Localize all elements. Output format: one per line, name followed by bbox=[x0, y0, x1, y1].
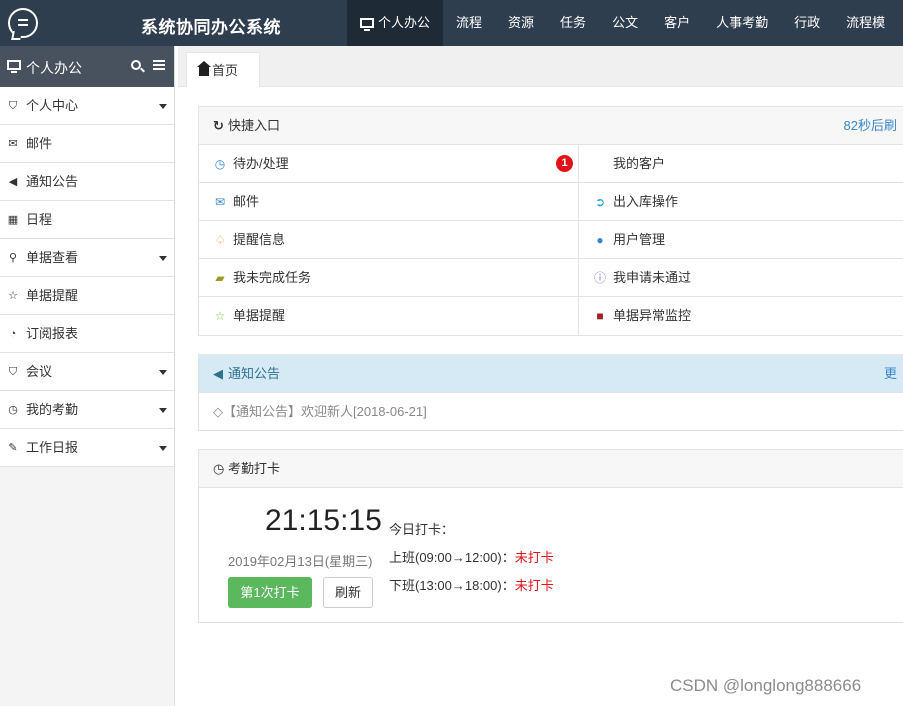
punch-button[interactable]: 第1次打卡 bbox=[228, 577, 312, 608]
menu-icon[interactable] bbox=[153, 60, 165, 62]
sidebar-item-meetings[interactable]: ⛉ 会议 bbox=[0, 353, 174, 391]
topnav-customers[interactable]: 客户 bbox=[651, 0, 703, 46]
bell-icon: ♤ bbox=[214, 233, 226, 247]
bookmark-icon: ⛉ bbox=[8, 100, 18, 112]
notice-panel: ◀ 通知公告 更 ◇【通知公告】欢迎新人[2018-06-21] bbox=[198, 354, 903, 431]
star-icon: ☆ bbox=[214, 309, 226, 323]
user-icon: ● bbox=[596, 233, 604, 247]
briefcase-icon: ■ bbox=[596, 309, 604, 323]
topnav-workflow[interactable]: 流程 bbox=[443, 0, 495, 46]
search-icon[interactable] bbox=[131, 60, 141, 70]
afternoon-shift-status: 下班(13:00→18:00)：未打卡 bbox=[389, 578, 554, 593]
csdn-watermark: CSDN @longlong888666 bbox=[670, 676, 862, 695]
arrow-circle-icon: ➲ bbox=[594, 195, 606, 209]
caret-down-icon bbox=[159, 104, 167, 109]
quick-document-reminder[interactable]: ☆ 单据提醒 bbox=[213, 297, 577, 335]
main-content: 首页 ↻ 快捷入口 82秒后刷 ◷ 待办/处理 1 我的客户 ✉ 邮件 ➲ 出入库操作 ♤… bbox=[178, 46, 903, 706]
quick-mail[interactable]: ✉ 邮件 bbox=[213, 183, 577, 221]
quick-row: ✉ 邮件 ➲ 出入库操作 bbox=[199, 183, 903, 221]
notice-header: ◀ 通知公告 更 bbox=[199, 355, 903, 393]
current-time: 21:15:15 bbox=[265, 504, 382, 537]
quick-entry-panel: ↻ 快捷入口 82秒后刷 ◷ 待办/处理 1 我的客户 ✉ 邮件 ➲ 出入库操作 ♤ 提醒信… bbox=[198, 106, 903, 336]
edit-icon: ✎ bbox=[8, 442, 18, 454]
quick-row: ☆ 单据提醒 ■ 单据异常监控 bbox=[199, 297, 903, 335]
chat-logo-icon[interactable] bbox=[8, 8, 38, 38]
morning-shift-status: 上班(09:00→12:00)：未打卡 bbox=[389, 550, 554, 565]
sidebar: 个人办公 ⛉ 个人中心 ✉ 邮件 ◀ 通知公告 ▦ 日程 ⚲ 单据查看 ☆ 单据提醒 ◔ 订阅… bbox=[0, 46, 175, 706]
quick-row: ◷ 待办/处理 1 我的客户 bbox=[199, 145, 903, 183]
calendar-icon: ▦ bbox=[7, 214, 19, 226]
quick-reminders[interactable]: ♤ 提醒信息 bbox=[213, 221, 577, 259]
quick-inventory[interactable]: ➲ 出入库操作 bbox=[578, 183, 903, 221]
current-date: 2019年02月13日(星期三) bbox=[228, 554, 373, 569]
home-icon bbox=[197, 61, 211, 76]
sidebar-item-schedule[interactable]: ▦ 日程 bbox=[0, 201, 174, 239]
bookmark-icon: ⛉ bbox=[8, 366, 18, 378]
refresh-icon: ↻ bbox=[213, 118, 224, 133]
topnav-admin[interactable]: 行政 bbox=[781, 0, 833, 46]
caret-down-icon bbox=[159, 408, 167, 413]
monitor-icon bbox=[7, 60, 21, 73]
notice-item[interactable]: ◇【通知公告】欢迎新人[2018-06-21] bbox=[199, 393, 903, 430]
top-nav: 个人办公 流程 资源 任务 公文 客户 人事考勤 行政 流程模 bbox=[347, 0, 898, 46]
topnav-documents[interactable]: 公文 bbox=[599, 0, 651, 46]
tab-bar: 首页 bbox=[178, 46, 903, 87]
rss-icon: ◔ bbox=[9, 328, 17, 340]
envelope-icon: ✉ bbox=[8, 138, 18, 150]
search-icon: ⚲ bbox=[8, 252, 18, 264]
todo-count-badge: 1 bbox=[556, 155, 573, 172]
top-navbar: 系统协同办公系统 个人办公 流程 资源 任务 公文 客户 人事考勤 行政 流程模 bbox=[0, 0, 903, 46]
sidebar-item-subscribe-reports[interactable]: ◔ 订阅报表 bbox=[0, 315, 174, 353]
sidebar-item-document-view[interactable]: ⚲ 单据查看 bbox=[0, 239, 174, 277]
topnav-hr-attendance[interactable]: 人事考勤 bbox=[703, 0, 781, 46]
today-punch-label: 今日打卡： bbox=[389, 522, 455, 537]
clock-icon: ◷ bbox=[214, 157, 226, 171]
caret-down-icon bbox=[159, 446, 167, 451]
sidebar-item-mail[interactable]: ✉ 邮件 bbox=[0, 125, 174, 163]
clock-icon: ◷ bbox=[213, 461, 225, 476]
sidebar-item-my-attendance[interactable]: ◷ 我的考勤 bbox=[0, 391, 174, 429]
topnav-personal-office[interactable]: 个人办公 bbox=[347, 0, 444, 46]
quick-entry-header: ↻ 快捷入口 82秒后刷 bbox=[199, 107, 903, 145]
topnav-tasks[interactable]: 任务 bbox=[547, 0, 599, 46]
topnav-resources[interactable]: 资源 bbox=[495, 0, 547, 46]
caret-down-icon bbox=[159, 256, 167, 261]
sidebar-header: 个人办公 bbox=[0, 46, 174, 87]
caret-down-icon bbox=[159, 370, 167, 375]
quick-document-monitor[interactable]: ■ 单据异常监控 bbox=[578, 297, 903, 335]
quick-row: ♤ 提醒信息 ● 用户管理 bbox=[199, 221, 903, 259]
quick-user-management[interactable]: ● 用户管理 bbox=[578, 221, 903, 259]
book-icon: ▰ bbox=[215, 271, 225, 285]
attendance-panel: ◷ 考勤打卡 21:15:15 2019年02月13日(星期三) 第1次打卡 刷新… bbox=[198, 449, 903, 623]
sidebar-item-daily-report[interactable]: ✎ 工作日报 bbox=[0, 429, 174, 467]
quick-my-customers[interactable]: 我的客户 bbox=[578, 145, 903, 183]
quick-unfinished-tasks[interactable]: ▰ 我未完成任务 bbox=[213, 259, 577, 297]
star-icon: ☆ bbox=[8, 290, 18, 302]
sidebar-item-notices[interactable]: ◀ 通知公告 bbox=[0, 163, 174, 201]
quick-todo[interactable]: ◷ 待办/处理 1 bbox=[213, 145, 577, 183]
monitor-icon bbox=[360, 18, 374, 31]
attendance-header: ◷ 考勤打卡 bbox=[199, 450, 903, 488]
notice-more-link[interactable]: 更 bbox=[884, 355, 897, 393]
app-title: 系统协同办公系统 bbox=[141, 18, 281, 37]
sidebar-item-document-reminder[interactable]: ☆ 单据提醒 bbox=[0, 277, 174, 315]
sidebar-item-personal-center[interactable]: ⛉ 个人中心 bbox=[0, 87, 174, 125]
topnav-flow-templates[interactable]: 流程模 bbox=[833, 0, 898, 46]
sidebar-title: 个人办公 bbox=[26, 60, 82, 76]
volume-icon: ◀ bbox=[213, 366, 223, 381]
quick-rejected-requests[interactable]: ⓘ 我申请未通过 bbox=[578, 259, 903, 297]
refresh-button[interactable]: 刷新 bbox=[323, 577, 373, 608]
quick-row: ▰ 我未完成任务 ⓘ 我申请未通过 bbox=[199, 259, 903, 297]
info-icon: ⓘ bbox=[593, 271, 606, 285]
auto-refresh-countdown[interactable]: 82秒后刷 bbox=[844, 107, 897, 145]
envelope-icon: ✉ bbox=[214, 195, 226, 209]
tab-home[interactable]: 首页 bbox=[186, 52, 260, 87]
volume-icon: ◀ bbox=[8, 176, 18, 188]
clock-icon: ◷ bbox=[8, 404, 18, 416]
